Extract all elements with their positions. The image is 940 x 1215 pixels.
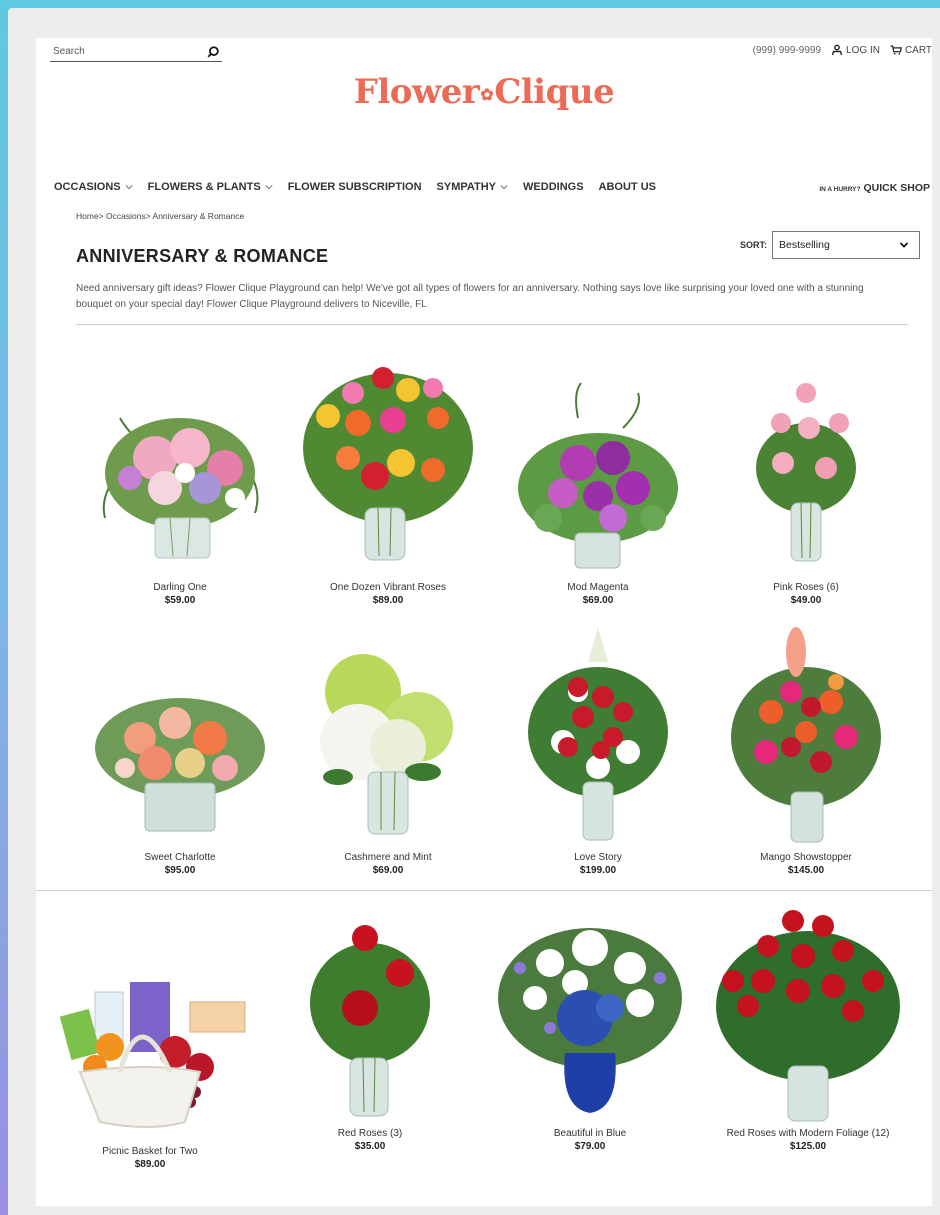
product-image[interactable] xyxy=(490,908,690,1124)
product-price: $69.00 xyxy=(582,595,614,606)
cart-label: CART xyxy=(904,44,932,56)
page: Search (999) 999-9999 LOG IN CART Flower… xyxy=(36,38,932,1206)
product-image[interactable] xyxy=(293,358,483,578)
sort-value: Bestselling xyxy=(779,239,830,251)
sort-label: SORT: xyxy=(740,240,767,250)
product-price: $59.00 xyxy=(164,595,196,606)
product-card[interactable]: Love Story $199.00 xyxy=(498,622,698,876)
product-image[interactable] xyxy=(503,378,693,578)
search-placeholder: Search xyxy=(53,46,85,57)
quick-shop-label: QUICK SHOP xyxy=(863,182,930,194)
product-price: $95.00 xyxy=(164,865,196,876)
top-links: (999) 999-9999 LOG IN CART xyxy=(753,44,932,56)
nav-flowers-plants-label: FLOWERS & PLANTS xyxy=(147,181,261,193)
chevron-down-icon xyxy=(500,185,508,190)
category-description: Need anniversary gift ideas? Flower Cliq… xyxy=(76,283,864,310)
sort-control: SORT: Bestselling xyxy=(740,231,920,259)
nav-subscription-label: FLOWER SUBSCRIPTION xyxy=(287,181,422,193)
product-price: $89.00 xyxy=(134,1159,166,1170)
nav-occasions[interactable]: OCCASIONS xyxy=(54,181,133,193)
cart-link[interactable]: CART xyxy=(890,44,932,56)
product-name[interactable]: Pink Roses (6) xyxy=(706,582,906,593)
product-name[interactable]: Beautiful in Blue xyxy=(490,1128,690,1139)
product-card[interactable]: Mango Showstopper $145.00 xyxy=(706,622,906,876)
product-price: $199.00 xyxy=(579,865,617,876)
hurry-label: IN A HURRY? xyxy=(819,186,861,193)
product-price: $49.00 xyxy=(790,595,822,606)
phone-number[interactable]: (999) 999-9999 xyxy=(753,45,821,56)
product-price: $69.00 xyxy=(372,865,404,876)
window-frame: Search (999) 999-9999 LOG IN CART Flower… xyxy=(8,8,940,1215)
product-name[interactable]: Mango Showstopper xyxy=(706,852,906,863)
product-name[interactable]: One Dozen Vibrant Roses xyxy=(288,582,488,593)
user-icon xyxy=(831,44,843,56)
product-card[interactable]: Pink Roses (6) $49.00 xyxy=(706,378,906,606)
breadcrumb[interactable]: Home> Occasions> Anniversary & Romance xyxy=(76,211,244,221)
cart-icon xyxy=(890,45,902,55)
product-image[interactable] xyxy=(503,622,693,848)
product-card[interactable]: Red Roses (3) $35.00 xyxy=(270,918,470,1152)
product-card[interactable]: Darling One $59.00 xyxy=(80,388,280,606)
product-image[interactable] xyxy=(275,918,465,1124)
product-card[interactable]: Picnic Basket for Two $89.00 xyxy=(50,962,250,1170)
product-image[interactable] xyxy=(85,388,275,578)
product-price: $89.00 xyxy=(372,595,404,606)
product-price: $145.00 xyxy=(787,865,825,876)
product-card[interactable]: Mod Magenta $69.00 xyxy=(498,378,698,606)
logo-text-right: Clique xyxy=(494,72,615,112)
quick-shop-link[interactable]: IN A HURRY? QUICK SHOP xyxy=(819,182,930,194)
search-input[interactable]: Search xyxy=(50,42,222,62)
chevron-down-icon xyxy=(265,185,273,190)
product-name[interactable]: Cashmere and Mint xyxy=(288,852,488,863)
product-name[interactable]: Red Roses with Modern Foliage (12) xyxy=(708,1128,908,1139)
main-nav: OCCASIONS FLOWERS & PLANTS FLOWER SUBSCR… xyxy=(54,181,656,193)
product-image[interactable] xyxy=(50,962,250,1142)
product-image[interactable] xyxy=(708,906,908,1124)
product-name[interactable]: Love Story xyxy=(498,852,698,863)
nav-weddings-label: WEDDINGS xyxy=(523,181,584,193)
nav-weddings[interactable]: WEDDINGS xyxy=(523,181,584,193)
site-logo[interactable]: Flower✿Clique xyxy=(36,72,932,112)
nav-flowers-plants[interactable]: FLOWERS & PLANTS xyxy=(148,181,273,193)
nav-about-us[interactable]: ABOUT US xyxy=(599,181,656,193)
product-card[interactable]: Sweet Charlotte $95.00 xyxy=(80,678,280,876)
product-name[interactable]: Darling One xyxy=(80,582,280,593)
page-title: ANNIVERSARY & ROMANCE xyxy=(76,246,329,266)
product-card[interactable]: Beautiful in Blue $79.00 xyxy=(490,908,690,1152)
nav-sympathy[interactable]: SYMPATHY xyxy=(437,181,509,193)
product-card[interactable]: One Dozen Vibrant Roses $89.00 xyxy=(288,358,488,606)
sort-select[interactable]: Bestselling xyxy=(772,231,920,259)
product-card[interactable]: Red Roses with Modern Foliage (12) $125.… xyxy=(708,906,908,1152)
nav-flower-subscription[interactable]: FLOWER SUBSCRIPTION xyxy=(288,181,422,193)
logo-flower-icon: ✿ xyxy=(480,84,494,104)
divider xyxy=(76,324,908,325)
product-image[interactable] xyxy=(85,678,275,848)
product-card[interactable]: Cashmere and Mint $69.00 xyxy=(288,642,488,876)
product-price: $125.00 xyxy=(789,1141,827,1152)
login-label: LOG IN xyxy=(846,44,880,56)
product-price: $79.00 xyxy=(574,1141,606,1152)
product-name[interactable]: Picnic Basket for Two xyxy=(50,1146,250,1157)
product-price: $35.00 xyxy=(354,1141,386,1152)
chevron-down-icon xyxy=(125,185,133,190)
login-link[interactable]: LOG IN xyxy=(831,44,880,56)
product-name[interactable]: Mod Magenta xyxy=(498,582,698,593)
nav-occasions-label: OCCASIONS xyxy=(54,181,121,193)
product-name[interactable]: Sweet Charlotte xyxy=(80,852,280,863)
nav-about-label: ABOUT US xyxy=(598,181,656,193)
product-image[interactable] xyxy=(711,622,901,848)
logo-text-left: Flower xyxy=(353,72,480,112)
product-image[interactable] xyxy=(711,378,901,578)
divider xyxy=(36,890,932,891)
product-name[interactable]: Red Roses (3) xyxy=(270,1128,470,1139)
chevron-down-icon xyxy=(899,242,909,248)
nav-sympathy-label: SYMPATHY xyxy=(436,181,497,193)
product-image[interactable] xyxy=(293,642,483,848)
search-icon[interactable] xyxy=(206,45,220,59)
